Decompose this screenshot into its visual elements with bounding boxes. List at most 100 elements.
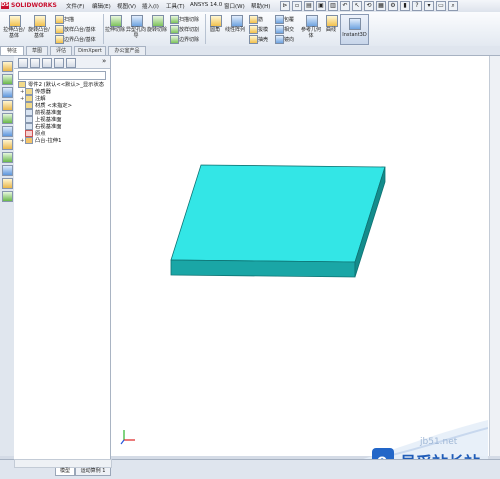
curves-icon[interactable]: [326, 15, 338, 27]
dimxpertmanager-tab-icon[interactable]: [54, 58, 64, 68]
revolve-boss-label[interactable]: 旋转凸台/基体: [27, 27, 51, 39]
window-options-icon[interactable]: ▭: [436, 1, 446, 11]
linear-pattern-icon[interactable]: [231, 15, 243, 27]
display-style-icon[interactable]: [2, 126, 13, 137]
ds-logo-icon: DS: [1, 2, 9, 9]
fillet-icon[interactable]: [210, 15, 222, 27]
shell-label[interactable]: 抽壳: [258, 36, 268, 43]
intersect-label[interactable]: 相交: [284, 26, 294, 33]
tab-sketch[interactable]: 草图: [26, 46, 48, 55]
graphics-area[interactable]: [111, 56, 489, 456]
tab-evaluate[interactable]: 评估: [50, 46, 72, 55]
print-icon[interactable]: ▥: [328, 1, 338, 11]
boundary-cut-icon[interactable]: [170, 35, 179, 44]
pin-icon[interactable]: ⊳: [280, 1, 290, 11]
lofted-cut-label[interactable]: 放样切割: [179, 26, 199, 33]
wrap-label[interactable]: 包覆: [284, 16, 294, 23]
boundary-boss-label[interactable]: 边界凸台/基体: [64, 36, 96, 43]
lofted-cut-icon[interactable]: [170, 25, 179, 34]
menu-help[interactable]: 帮助(H): [251, 2, 270, 10]
menu-edit[interactable]: 编辑(E): [92, 2, 111, 10]
view-orientation-icon[interactable]: [2, 113, 13, 124]
open-folder-icon[interactable]: ▤: [304, 1, 314, 11]
curves-label[interactable]: 曲线: [322, 27, 340, 33]
menu-ansys[interactable]: ANSYS 14.0: [190, 2, 222, 8]
command-manager-tabs: 特征 草图 评估 DimXpert 办公室产品: [0, 46, 500, 56]
mirror-label[interactable]: 镜向: [284, 36, 294, 43]
shell-icon[interactable]: [249, 35, 258, 44]
boundary-cut-label[interactable]: 边界切除: [179, 36, 199, 43]
hole-wizard-icon[interactable]: [131, 15, 143, 27]
tab-model[interactable]: 模型: [55, 468, 75, 476]
rib-icon[interactable]: [249, 15, 258, 24]
revolve-cut-icon[interactable]: [152, 15, 164, 27]
revolve-cut-label[interactable]: 旋转切除: [146, 27, 168, 33]
boundary-boss-icon[interactable]: [55, 35, 64, 44]
help-icon[interactable]: ?: [412, 1, 422, 11]
tab-office-products[interactable]: 办公室产品: [108, 46, 146, 55]
rotate-view-icon[interactable]: [2, 191, 13, 202]
horizontal-scrollbar[interactable]: [14, 459, 112, 468]
loft-boss-label[interactable]: 放样凸台/基体: [64, 26, 96, 33]
section-view-icon[interactable]: [2, 100, 13, 111]
edit-appearance-icon[interactable]: [2, 152, 13, 163]
extrude-boss-label[interactable]: 拉伸凸台/基体: [2, 27, 26, 39]
sweep-label[interactable]: 扫描: [64, 16, 74, 23]
extrude-cut-icon[interactable]: [110, 15, 122, 27]
new-document-icon[interactable]: ▫: [292, 1, 302, 11]
search-icon[interactable]: ⌕: [448, 1, 458, 11]
options-gear-icon[interactable]: ⚙: [388, 1, 398, 11]
menu-view[interactable]: 视图(V): [117, 2, 136, 10]
vertical-scrollbar[interactable]: [489, 56, 500, 456]
linear-pattern-label[interactable]: 线性阵列: [224, 27, 246, 33]
part-top-face[interactable]: [170, 164, 386, 263]
loft-boss-icon[interactable]: [55, 25, 64, 34]
extrude-cut-label[interactable]: 拉伸切除: [104, 27, 126, 33]
intersect-icon[interactable]: [275, 25, 284, 34]
menu-file[interactable]: 文件(F): [66, 2, 84, 10]
revolve-boss-icon[interactable]: [34, 15, 46, 27]
propertymanager-tab-icon[interactable]: [30, 58, 40, 68]
part-front-face[interactable]: [170, 259, 356, 278]
file-properties-icon[interactable]: ▦: [376, 1, 386, 11]
swept-cut-label[interactable]: 扫描切除: [179, 16, 199, 23]
tab-motion-study-1[interactable]: 运动算例 1: [75, 468, 111, 476]
solidworks-logo[interactable]: DS SOLIDWORKS: [1, 2, 57, 9]
wrap-icon[interactable]: [275, 15, 284, 24]
reference-geometry-icon[interactable]: [306, 15, 318, 27]
instant3d-button[interactable]: Instant3D: [340, 14, 369, 45]
feature-tree-filter-input[interactable]: [18, 71, 106, 80]
expand-panel-icon[interactable]: »: [102, 57, 106, 65]
configurationmanager-tab-icon[interactable]: [42, 58, 52, 68]
rib-label[interactable]: 筋: [258, 16, 263, 23]
display-manager-tab-icon[interactable]: [66, 58, 76, 68]
menu-window[interactable]: 窗口(W): [224, 2, 245, 10]
zoom-fit-icon[interactable]: [2, 61, 13, 72]
hide-show-items-icon[interactable]: [2, 139, 13, 150]
extrude-boss-icon[interactable]: [9, 15, 21, 27]
draft-icon[interactable]: [249, 25, 258, 34]
select-arrow-icon[interactable]: ↖: [352, 1, 362, 11]
rebuild-icon[interactable]: ⟲: [364, 1, 374, 11]
save-icon[interactable]: ▣: [316, 1, 326, 11]
featuremanager-tab-icon[interactable]: [18, 58, 28, 68]
previous-view-icon[interactable]: [2, 87, 13, 98]
view-settings-icon[interactable]: [2, 178, 13, 189]
reference-geometry-label[interactable]: 参考几何体: [300, 27, 322, 39]
hole-wizard-label[interactable]: 异型孔向导: [125, 27, 147, 39]
logo-text: SOLIDWORKS: [11, 2, 57, 9]
menu-tools[interactable]: 工具(T): [166, 2, 185, 10]
swept-cut-icon[interactable]: [170, 15, 179, 24]
fillet-label[interactable]: 圆角: [206, 27, 224, 33]
feature-tree-item[interactable]: + 凸台-拉伸1: [20, 137, 61, 145]
tab-dimxpert[interactable]: DimXpert: [74, 46, 106, 55]
mirror-icon[interactable]: [275, 35, 284, 44]
draft-label[interactable]: 拔模: [258, 26, 268, 33]
apply-scene-icon[interactable]: [2, 165, 13, 176]
tab-features[interactable]: 特征: [0, 46, 24, 55]
undo-icon[interactable]: ↶: [340, 1, 350, 11]
menu-insert[interactable]: 插入(I): [142, 2, 159, 10]
zoom-area-icon[interactable]: [2, 74, 13, 85]
sweep-icon[interactable]: [55, 15, 64, 24]
toolbar-menu-icon[interactable]: ▾: [424, 1, 434, 11]
